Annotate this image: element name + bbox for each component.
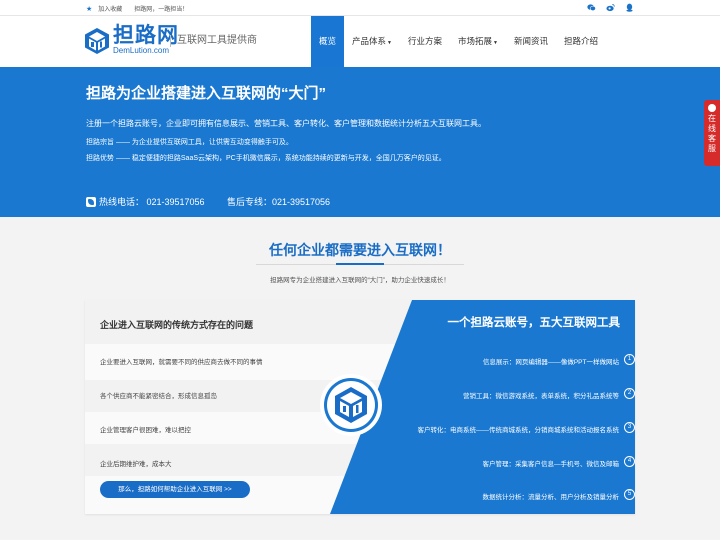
header-slogan: 互联网工具提供商 xyxy=(170,35,257,47)
section-title: 任何企业都需要进入互联网！ xyxy=(269,242,451,258)
tool-item: 营销工具：微信游戏系统，表单系统，积分礼品系统等 2 xyxy=(463,388,635,400)
logo[interactable]: 担路网 DemLution.com xyxy=(84,25,179,55)
logo-cube-icon xyxy=(85,27,109,54)
section-divider xyxy=(256,263,464,265)
online-service-label: 在线客服 xyxy=(708,114,716,153)
main-nav: 概览 产品体系▼ 行业方案 市场拓展▼ 新闻资讯 担路介绍 xyxy=(311,16,606,67)
star-icon: ★ xyxy=(86,5,93,13)
nav-about[interactable]: 担路介绍 xyxy=(556,16,606,67)
tool-item: 客户转化：电商系统——传统商城系统，分销商城系统和活动报名系统 3 xyxy=(418,422,635,434)
number-4-icon: 4 xyxy=(624,456,635,467)
nav-market[interactable]: 市场拓展▼ xyxy=(450,16,506,67)
banner-purpose: 担路宗旨 —— 为企业提供互联网工具，让供需互动变得触手可及。 xyxy=(86,139,293,146)
tagline: 担路网，一路担当！ xyxy=(134,7,189,13)
hotline-text: 热线电话： 021-39517056 xyxy=(99,197,205,207)
right-panel-title: 一个担路云账号，五大互联网工具 xyxy=(447,317,621,329)
problem-item: 企业后期维护难，成本大 xyxy=(100,461,172,468)
number-1-icon: 1 xyxy=(624,354,635,365)
tool-item: 信息展示：网页编辑器——像做PPT一样做网站 1 xyxy=(483,354,635,366)
logo-domain: DemLution.com xyxy=(113,46,170,55)
nav-products[interactable]: 产品体系▼ xyxy=(344,16,400,67)
section-subtitle: 担路网专为企业搭建进入互联网的“大门”，助力企业快速成长！ xyxy=(270,277,450,284)
caret-down-icon: ▼ xyxy=(387,40,392,46)
online-service-button[interactable]: 在线客服 xyxy=(704,100,720,166)
problem-item: 企业要进入互联网，就需要不同的供应商去做不同的事情 xyxy=(100,359,263,366)
left-panel-title: 企业进入互联网的传统方式存在的问题 xyxy=(100,320,254,330)
top-bar: ★ 加入收藏 担路网，一路担当！ xyxy=(0,0,720,16)
nav-overview[interactable]: 概览 xyxy=(311,16,345,67)
number-3-icon: 3 xyxy=(624,422,635,433)
number-5-icon: 5 xyxy=(624,489,635,500)
phone-icon xyxy=(86,196,96,207)
comparison-panel: 企业进入互联网的传统方式存在的问题 企业要进入互联网，就需要不同的供应商去做不同… xyxy=(85,300,635,514)
nav-news[interactable]: 新闻资讯 xyxy=(506,16,556,67)
number-2-icon: 2 xyxy=(624,388,635,399)
tool-item: 客户管理：采集客户信息—手机号、微信及邮箱 4 xyxy=(483,456,635,468)
hero-banner: 担路为企业搭建进入互联网的“大门” 注册一个担路云账号，企业即可拥有信息展示、营… xyxy=(0,67,720,217)
chat-icon xyxy=(708,104,716,112)
banner-advantage: 担路优势 —— 稳定便捷的担路SaaS云架构，PC手机微信展示，系统功能持续的更… xyxy=(86,155,446,162)
bookmark-link[interactable]: 加入收藏 xyxy=(98,4,122,13)
banner-intro: 注册一个担路云账号，企业即可拥有信息展示、营销工具、客户转化、客户管理和数据统计… xyxy=(86,119,486,128)
hotline: 热线电话： 021-39517056 xyxy=(86,195,205,208)
after-sales-line: 售后专线：021-39517056 xyxy=(227,197,331,207)
qq-icon[interactable] xyxy=(625,3,634,12)
wechat-icon[interactable] xyxy=(587,3,596,12)
nav-solutions[interactable]: 行业方案 xyxy=(400,16,450,67)
how-we-help-button[interactable]: 那么，担路如何帮助企业进入互联网 >> xyxy=(100,481,250,498)
weibo-icon[interactable] xyxy=(606,3,615,12)
cube-badge-icon xyxy=(320,374,382,436)
tool-item: 数据统计分析：流量分析、用户分析及销量分析 5 xyxy=(483,489,635,501)
banner-title: 担路为企业搭建进入互联网的“大门” xyxy=(86,85,327,102)
problem-item: 各个供应商不能紧密结合，形成信息孤岛 xyxy=(100,393,217,400)
problem-item: 企业管理客户很困难，难以把控 xyxy=(100,427,191,434)
header: 担路网 DemLution.com 互联网工具提供商 概览 产品体系▼ 行业方案… xyxy=(0,16,720,67)
caret-down-icon: ▼ xyxy=(493,40,498,46)
